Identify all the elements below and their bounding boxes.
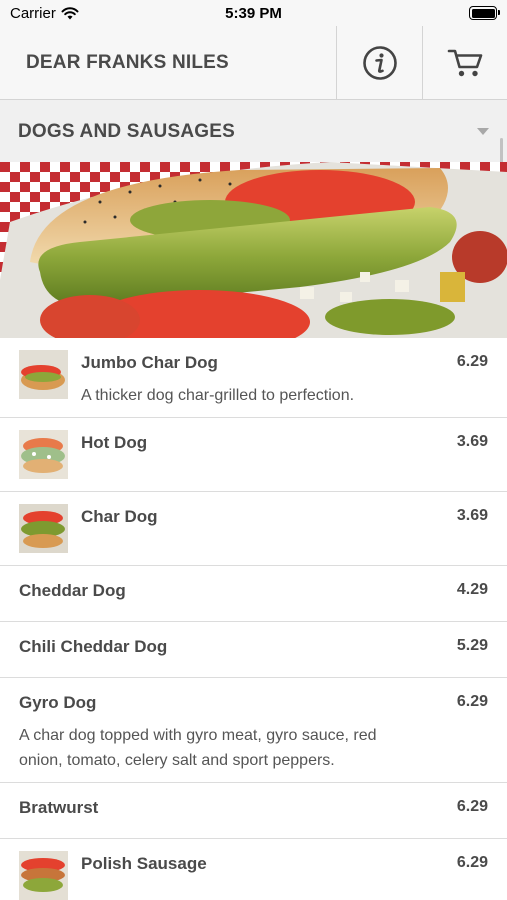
item-price: 3.69 bbox=[456, 507, 488, 524]
item-name: Cheddar Dog bbox=[19, 581, 126, 600]
item-price: 5.29 bbox=[456, 637, 488, 654]
item-description: A char dog topped with gyro meat, gyro s… bbox=[19, 727, 377, 769]
item-description: A thicker dog char-grilled to perfection… bbox=[81, 387, 355, 404]
item-thumbnail bbox=[19, 504, 68, 553]
menu-list: Jumbo Char Dog 6.29 A thicker dog char-g… bbox=[0, 338, 507, 900]
status-time: 5:39 PM bbox=[225, 5, 282, 22]
info-button[interactable] bbox=[336, 26, 422, 99]
dropdown-caret-icon bbox=[477, 128, 489, 135]
item-thumbnail bbox=[19, 851, 68, 900]
item-name: Jumbo Char Dog bbox=[81, 353, 218, 372]
item-price: 6.29 bbox=[456, 854, 488, 871]
item-name: Chili Cheddar Dog bbox=[19, 637, 168, 656]
item-name: Bratwurst bbox=[19, 798, 99, 817]
category-hero-image bbox=[0, 162, 507, 338]
item-name: Hot Dog bbox=[81, 433, 148, 452]
menu-item-jumbo-char-dog[interactable]: Jumbo Char Dog 6.29 A thicker dog char-g… bbox=[0, 338, 507, 418]
battery-icon bbox=[469, 6, 500, 20]
item-thumbnail bbox=[19, 350, 68, 399]
app-header: DEAR FRANKS NILES bbox=[0, 26, 507, 100]
item-name: Polish Sausage bbox=[81, 854, 207, 873]
menu-item-chili-cheddar-dog[interactable]: Chili Cheddar Dog 5.29 bbox=[0, 622, 507, 678]
menu-item-char-dog[interactable]: Char Dog 3.69 bbox=[0, 492, 507, 566]
menu-item-gyro-dog[interactable]: Gyro Dog 6.29 A char dog topped with gyr… bbox=[0, 678, 507, 783]
category-selector[interactable]: DOGS AND SAUSAGES bbox=[0, 100, 507, 162]
restaurant-title: DEAR FRANKS NILES bbox=[26, 52, 229, 73]
menu-item-polish-sausage[interactable]: Polish Sausage 6.29 bbox=[0, 839, 507, 900]
item-price: 3.69 bbox=[456, 433, 488, 450]
info-circle-icon bbox=[362, 45, 397, 80]
menu-item-bratwurst[interactable]: Bratwurst 6.29 bbox=[0, 783, 507, 839]
menu-item-cheddar-dog[interactable]: Cheddar Dog 4.29 bbox=[0, 566, 507, 622]
menu-item-hot-dog[interactable]: Hot Dog 3.69 bbox=[0, 418, 507, 492]
item-price: 6.29 bbox=[456, 693, 488, 710]
item-price: 4.29 bbox=[456, 581, 488, 598]
cart-icon bbox=[447, 49, 482, 76]
item-price: 6.29 bbox=[456, 353, 488, 370]
cart-button[interactable] bbox=[422, 26, 507, 99]
status-bar: Carrier 5:39 PM bbox=[0, 0, 507, 26]
item-price: 6.29 bbox=[456, 798, 488, 815]
category-title: DOGS AND SAUSAGES bbox=[18, 121, 236, 142]
item-thumbnail bbox=[19, 430, 68, 479]
item-name: Gyro Dog bbox=[19, 693, 97, 712]
item-name: Char Dog bbox=[81, 507, 158, 526]
